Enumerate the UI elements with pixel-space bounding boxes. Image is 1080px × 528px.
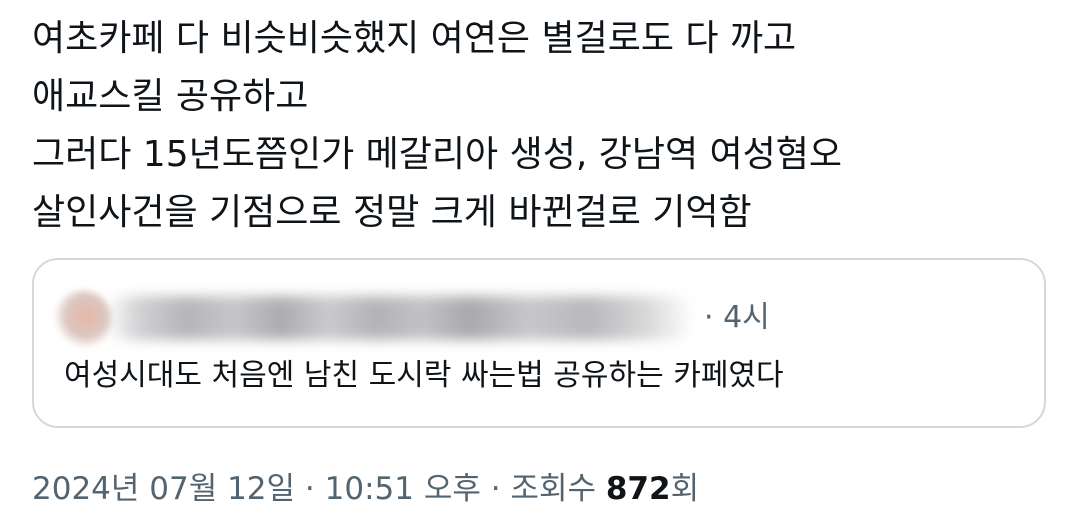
- tweet-time[interactable]: 10:51 오후: [325, 471, 481, 507]
- meta-separator: ·: [295, 471, 325, 507]
- tweet-text-line: 살인사건을 기점으로 정말 크게 바뀐걸로 기억함: [32, 192, 752, 233]
- blurred-author-name[interactable]: [104, 296, 694, 340]
- views-count: 872: [605, 471, 671, 507]
- quoted-tweet-card[interactable]: · 4시 여성시대도 처음엔 남친 도시락 싸는법 공유하는 카페였다: [32, 258, 1046, 428]
- tweet-text-line: 여초카페 다 비슷비슷했지 여연은 별걸로도 다 까고: [32, 18, 797, 59]
- views-suffix: 회: [670, 471, 700, 507]
- tweet-text-line: 애교스킬 공유하고: [32, 76, 309, 117]
- tweet-meta: 2024년 07월 12일 · 10:51 오후 · 조회수 872회: [32, 468, 699, 510]
- meta-separator: ·: [480, 471, 511, 507]
- quoted-tweet-header: · 4시: [54, 286, 814, 348]
- views-label: 조회수: [510, 471, 606, 507]
- quoted-tweet-text: 여성시대도 처음엔 남친 도시락 싸는법 공유하는 카페였다: [64, 358, 784, 393]
- tweet-date[interactable]: 2024년 07월 12일: [32, 471, 295, 507]
- tweet-text-line: 그러다 15년도쯤인가 메갈리아 생성, 강남역 여성혐오: [32, 134, 842, 175]
- tweet-text: 여초카페 다 비슷비슷했지 여연은 별걸로도 다 까고 애교스킬 공유하고 그러…: [32, 10, 1052, 242]
- quoted-tweet-timestamp[interactable]: · 4시: [704, 298, 770, 338]
